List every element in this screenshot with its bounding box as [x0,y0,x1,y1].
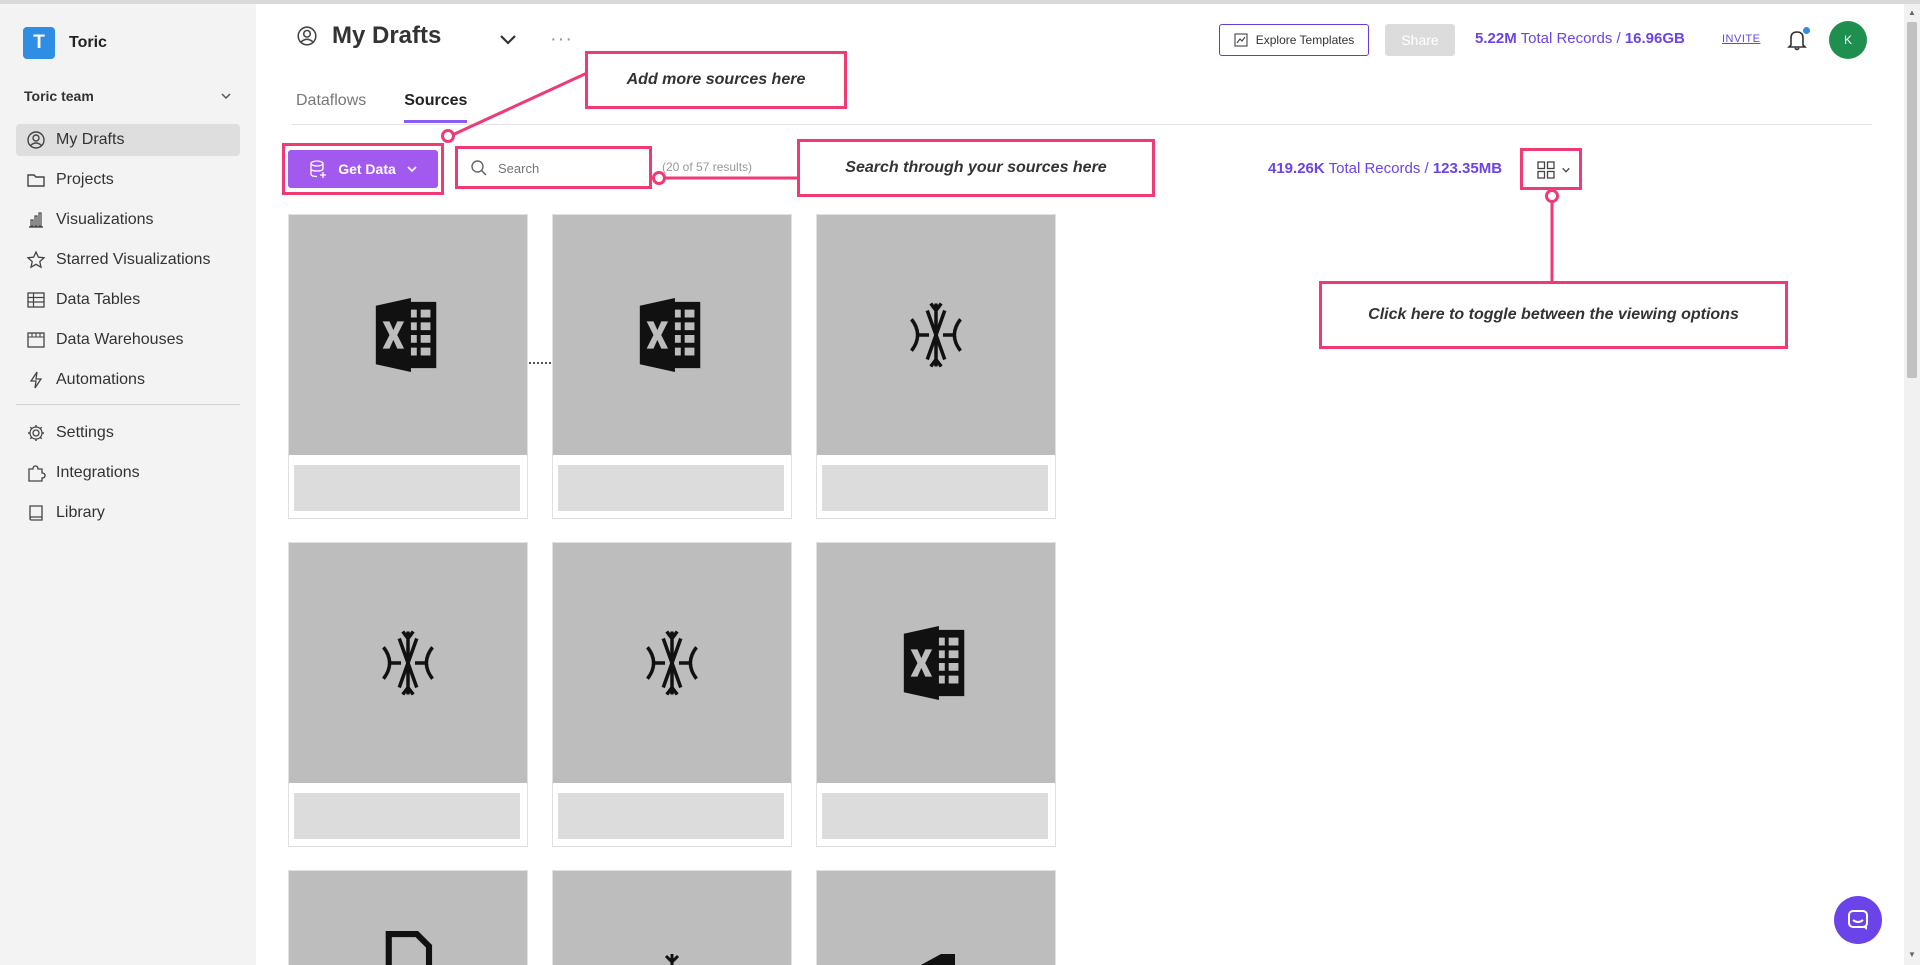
connector-knob [1545,189,1559,203]
connector-add-sources [447,71,588,139]
chat-icon [1848,910,1868,930]
annotation-connectors [447,71,1554,282]
chat-launcher-button[interactable] [1834,896,1882,944]
vertical-scrollbar[interactable]: ▲ ▼ [1904,4,1920,965]
connector-knob [652,171,666,185]
scroll-up-icon[interactable]: ▲ [1908,8,1916,17]
connector-knob [441,129,455,143]
scrollbar-thumb[interactable] [1907,22,1917,378]
scroll-down-icon[interactable]: ▼ [1908,950,1916,959]
